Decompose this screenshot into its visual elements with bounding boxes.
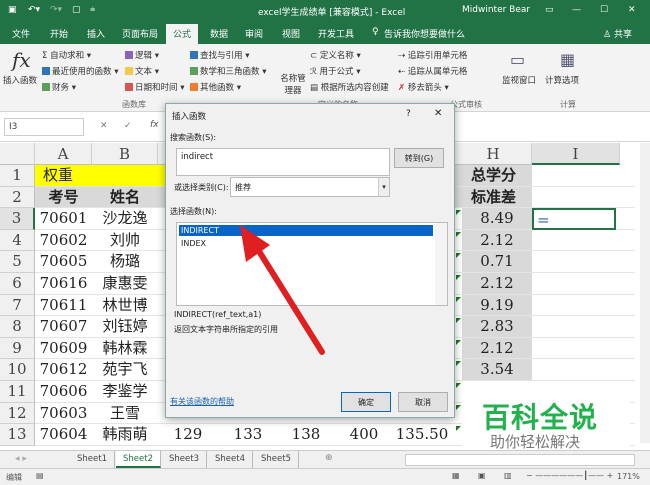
watermark-main: 百科全说 [482, 401, 599, 434]
sheet-tabs-bar: ◂ ▸ Sheet1 Sheet2 Sheet3 Sheet4 Sheet5 ⊕ [0, 450, 650, 468]
status-bar: 编辑 ▤ ▦ ▣ ▥ − ——————┃—— + 171% [0, 468, 650, 485]
watermark: 百科全说 助你轻松解决 [462, 388, 630, 451]
sheet-tab-sheet1[interactable]: Sheet1 [70, 451, 115, 468]
page-layout-view-icon[interactable]: ▣ [478, 471, 486, 480]
zoom-level[interactable]: 171% [617, 472, 640, 481]
macro-record-icon[interactable]: ▤ [36, 471, 44, 480]
sheet-tab-sheet4[interactable]: Sheet4 [208, 451, 253, 468]
sheet-tab-sheet2[interactable]: Sheet2 [116, 451, 161, 468]
page-break-view-icon[interactable]: ▥ [504, 471, 512, 480]
sheet-tab-sheet3[interactable]: Sheet3 [162, 451, 207, 468]
horizontal-scrollbar[interactable] [405, 454, 635, 466]
watermark-sub: 助你轻松解决 [490, 433, 581, 451]
zoom-slider[interactable]: − ——————┃—— + [526, 471, 613, 480]
new-sheet-icon[interactable]: ⊕ [325, 453, 333, 463]
sheet-tab-sheet5[interactable]: Sheet5 [254, 451, 299, 468]
status-mode: 编辑 [6, 473, 22, 482]
normal-view-icon[interactable]: ▦ [452, 471, 460, 480]
sheet-nav-arrows[interactable]: ◂ ▸ [15, 454, 27, 464]
